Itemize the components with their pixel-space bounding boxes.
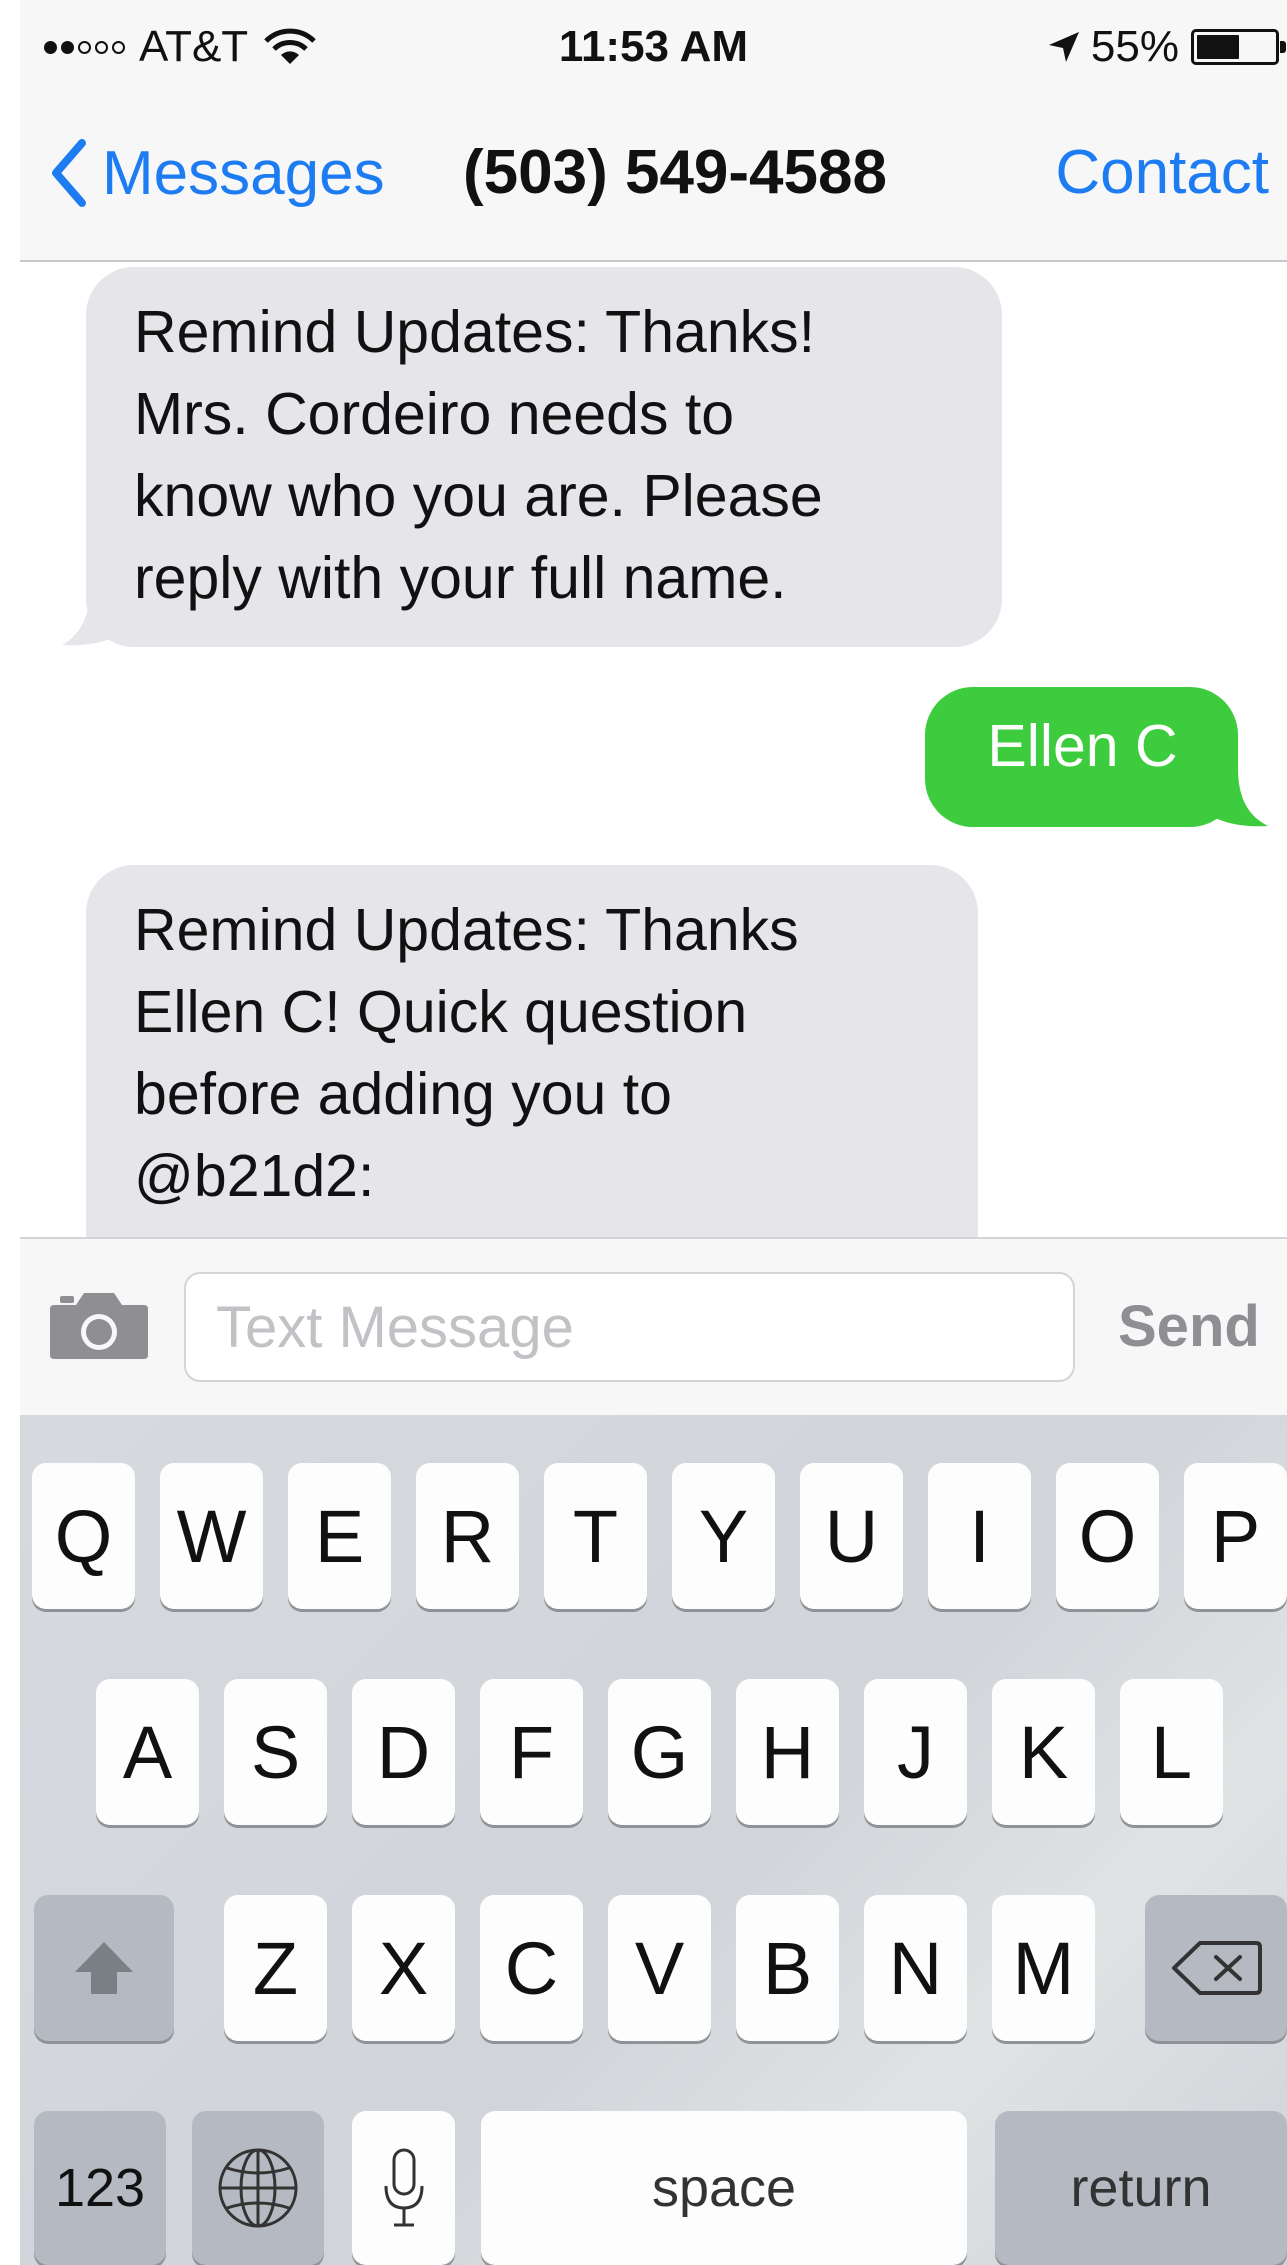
- key-x[interactable]: X: [352, 1895, 455, 2041]
- message-line: reply with your full name.: [134, 545, 787, 611]
- key-b[interactable]: B: [736, 1895, 839, 2041]
- battery-tip: [1280, 41, 1286, 53]
- key-s[interactable]: S: [224, 1679, 327, 1825]
- key-k[interactable]: K: [992, 1679, 1095, 1825]
- key-a[interactable]: A: [96, 1679, 199, 1825]
- status-bar: AT&T 11:53 AM 55%: [20, 0, 1287, 95]
- send-button[interactable]: Send: [1118, 1272, 1260, 1382]
- sent-message-bubble[interactable]: Ellen C: [925, 687, 1238, 827]
- conversation-title: (503) 549-4588: [463, 138, 887, 207]
- status-right: 55%: [1047, 22, 1286, 72]
- message-line: @b21d2:: [134, 1143, 375, 1209]
- message-line: before adding you to: [134, 1061, 672, 1127]
- input-bar: Send: [20, 1237, 1287, 1415]
- key-y[interactable]: Y: [672, 1463, 775, 1609]
- chevron-left-icon: [52, 139, 86, 207]
- key-e[interactable]: E: [288, 1463, 391, 1609]
- numbers-key[interactable]: 123: [34, 2111, 166, 2265]
- shift-key[interactable]: [34, 1895, 174, 2041]
- key-d[interactable]: D: [352, 1679, 455, 1825]
- space-key[interactable]: space: [481, 2111, 967, 2265]
- camera-icon[interactable]: [48, 1289, 150, 1361]
- microphone-icon: [384, 2148, 423, 2227]
- key-t[interactable]: T: [544, 1463, 647, 1609]
- key-i[interactable]: I: [928, 1463, 1031, 1609]
- back-button[interactable]: Messages: [50, 133, 385, 213]
- bubble-tail: [1198, 768, 1268, 827]
- message-line: Mrs. Cordeiro needs to: [134, 381, 735, 447]
- message-list[interactable]: Remind Updates: Thanks! Mrs. Cordeiro ne…: [20, 262, 1287, 1237]
- key-u[interactable]: U: [800, 1463, 903, 1609]
- message-line: Ellen C! Quick question: [134, 979, 748, 1045]
- keyboard: Q W E R T Y U I O P A S D F G H J K L Z …: [20, 1415, 1287, 2265]
- key-c[interactable]: C: [480, 1895, 583, 2041]
- bubble-tail: [62, 587, 130, 646]
- contact-button[interactable]: Contact: [1055, 133, 1269, 213]
- key-n[interactable]: N: [864, 1895, 967, 2041]
- key-r[interactable]: R: [416, 1463, 519, 1609]
- battery-level: [1197, 35, 1239, 59]
- nav-bar: Messages (503) 549-4588 Contact: [20, 95, 1287, 262]
- key-f[interactable]: F: [480, 1679, 583, 1825]
- key-l[interactable]: L: [1120, 1679, 1223, 1825]
- message-line: know who you are. Please: [134, 463, 823, 529]
- key-m[interactable]: M: [992, 1895, 1095, 2041]
- battery-percent: 55%: [1090, 22, 1179, 71]
- message-line: Ellen C: [987, 713, 1178, 779]
- return-key[interactable]: return: [995, 2111, 1287, 2265]
- key-p[interactable]: P: [1184, 1463, 1287, 1609]
- key-j[interactable]: J: [864, 1679, 967, 1825]
- phone-screen: AT&T 11:53 AM 55% Messages (503) 549-458…: [20, 0, 1287, 2265]
- key-v[interactable]: V: [608, 1895, 711, 2041]
- key-o[interactable]: O: [1056, 1463, 1159, 1609]
- received-message-bubble[interactable]: Remind Updates: Thanks! Mrs. Cordeiro ne…: [86, 267, 1002, 647]
- dictation-key[interactable]: [352, 2111, 455, 2265]
- globe-icon: [218, 2148, 298, 2228]
- message-line: Remind Updates: Thanks!: [134, 299, 816, 365]
- backspace-icon: [1172, 1941, 1262, 1995]
- message-input[interactable]: [184, 1272, 1075, 1382]
- delete-key[interactable]: [1145, 1895, 1287, 2041]
- message-line: Remind Updates: Thanks: [134, 897, 799, 963]
- key-h[interactable]: H: [736, 1679, 839, 1825]
- key-z[interactable]: Z: [224, 1895, 327, 2041]
- received-message-bubble[interactable]: Remind Updates: Thanks Ellen C! Quick qu…: [86, 865, 978, 1237]
- key-w[interactable]: W: [160, 1463, 263, 1609]
- key-q[interactable]: Q: [32, 1463, 135, 1609]
- battery-icon: [1191, 29, 1286, 65]
- back-label: Messages: [102, 138, 385, 208]
- key-g[interactable]: G: [608, 1679, 711, 1825]
- shift-arrow-icon: [75, 1942, 133, 1994]
- globe-key[interactable]: [192, 2111, 324, 2265]
- location-arrow-icon: [1048, 32, 1079, 62]
